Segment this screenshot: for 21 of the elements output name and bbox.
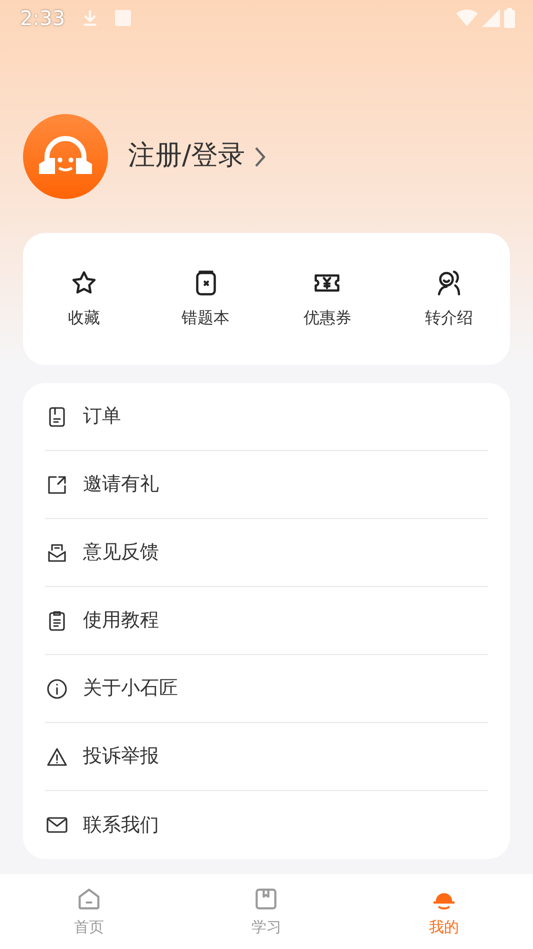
login-link[interactable]: 注册/登录 bbox=[128, 136, 268, 177]
menu-item[interactable]: 订单 bbox=[45, 402, 121, 431]
download-icon bbox=[80, 9, 99, 27]
battery-icon bbox=[504, 8, 515, 28]
shortcut-item[interactable]: 优惠券 bbox=[266, 268, 388, 330]
chevron-right-icon bbox=[253, 144, 268, 168]
wifi-icon bbox=[456, 9, 478, 27]
avatar[interactable] bbox=[23, 114, 108, 199]
info-icon bbox=[45, 676, 69, 700]
menu-item[interactable]: 关于小石匠 bbox=[45, 674, 178, 703]
menu-item[interactable]: 联系我们 bbox=[45, 810, 159, 840]
shortcut-item[interactable]: 错题本 bbox=[144, 268, 266, 330]
shortcut-item[interactable]: 收藏 bbox=[23, 268, 145, 330]
shortcut-item[interactable]: 转介绍 bbox=[388, 268, 510, 330]
menu-item[interactable]: 投诉举报 bbox=[45, 742, 159, 771]
menu-item[interactable]: 邀请有礼 bbox=[45, 470, 159, 499]
app-notification-icon bbox=[114, 10, 131, 26]
signal-icon bbox=[482, 9, 500, 27]
status-time: 2:33 bbox=[20, 5, 65, 32]
menu-item[interactable]: 使用教程 bbox=[45, 606, 159, 635]
menu-item[interactable]: 意见反馈 bbox=[45, 538, 159, 567]
